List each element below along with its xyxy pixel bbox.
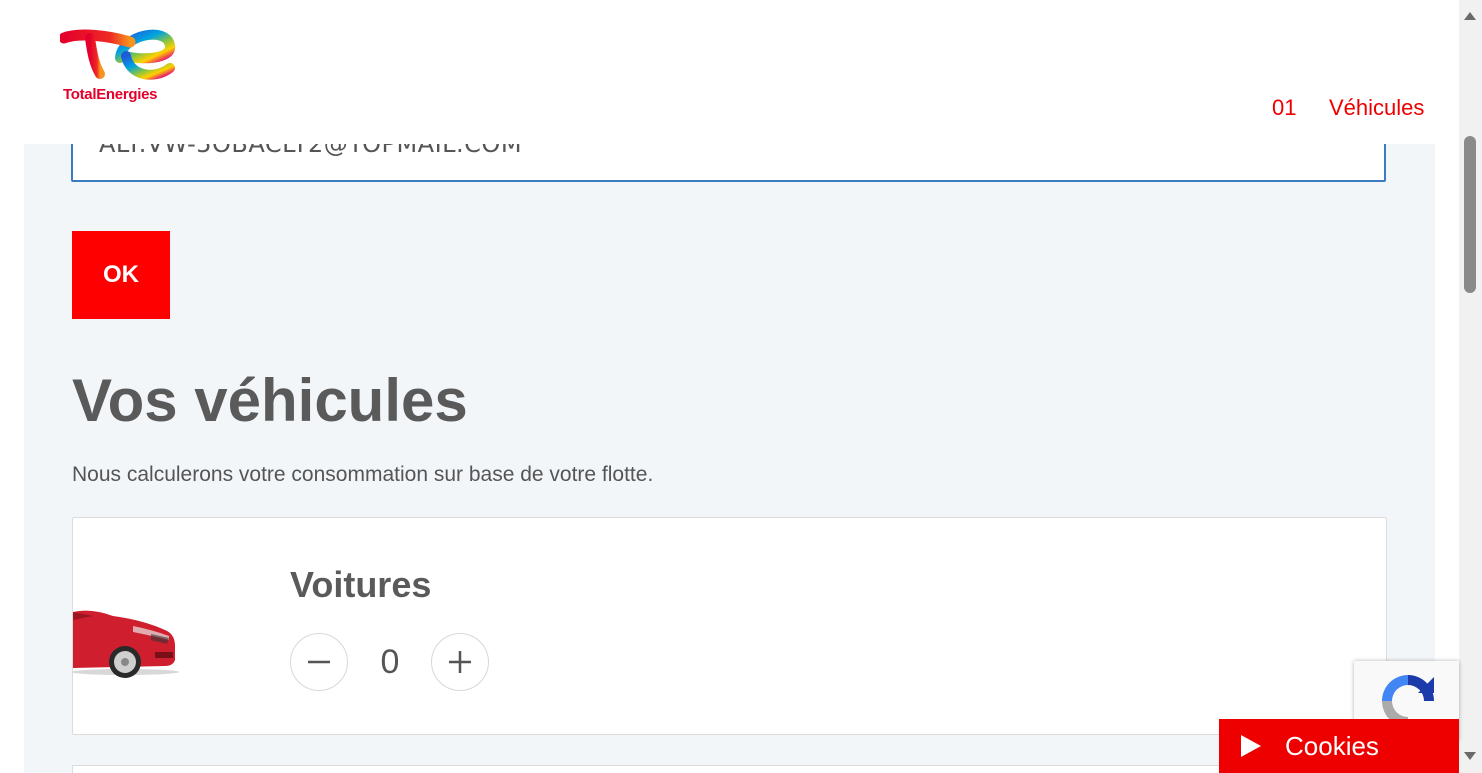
minus-icon [308, 660, 330, 664]
increment-button[interactable] [431, 633, 489, 691]
vehicle-card-next [72, 765, 1387, 773]
play-icon [1241, 735, 1261, 757]
vehicle-label: Voitures [290, 564, 432, 605]
page-title: Vos véhicules [72, 367, 468, 434]
page-subtitle: Nous calculerons votre consommation sur … [72, 463, 654, 486]
car-icon [73, 610, 179, 678]
scroll-down-arrow-icon[interactable] [1464, 752, 1476, 760]
quantity-value: 0 [380, 643, 400, 681]
nav-step-vehicles[interactable]: Véhicules [1329, 95, 1424, 121]
cookies-label: Cookies [1285, 730, 1379, 761]
scroll-up-arrow-icon[interactable] [1464, 12, 1476, 20]
ok-button[interactable]: OK [72, 231, 170, 319]
logo-text: TotalEnergies [63, 86, 158, 103]
scrollbar-thumb[interactable] [1464, 136, 1476, 293]
vehicle-card-cars: Voitures 0 [72, 517, 1387, 735]
page: ALT.VW-5OBACLY2@YOPMAIL.COM OK Vos véhic… [0, 0, 1482, 773]
plus-icon [449, 651, 471, 673]
decrement-button[interactable] [290, 633, 348, 691]
cookies-button[interactable]: Cookies [1219, 719, 1459, 773]
nav-step-number: 01 [1272, 95, 1297, 120]
scrollbar[interactable] [1459, 0, 1482, 773]
header: TotalEnergies 01 Véhicules [0, 0, 1458, 144]
